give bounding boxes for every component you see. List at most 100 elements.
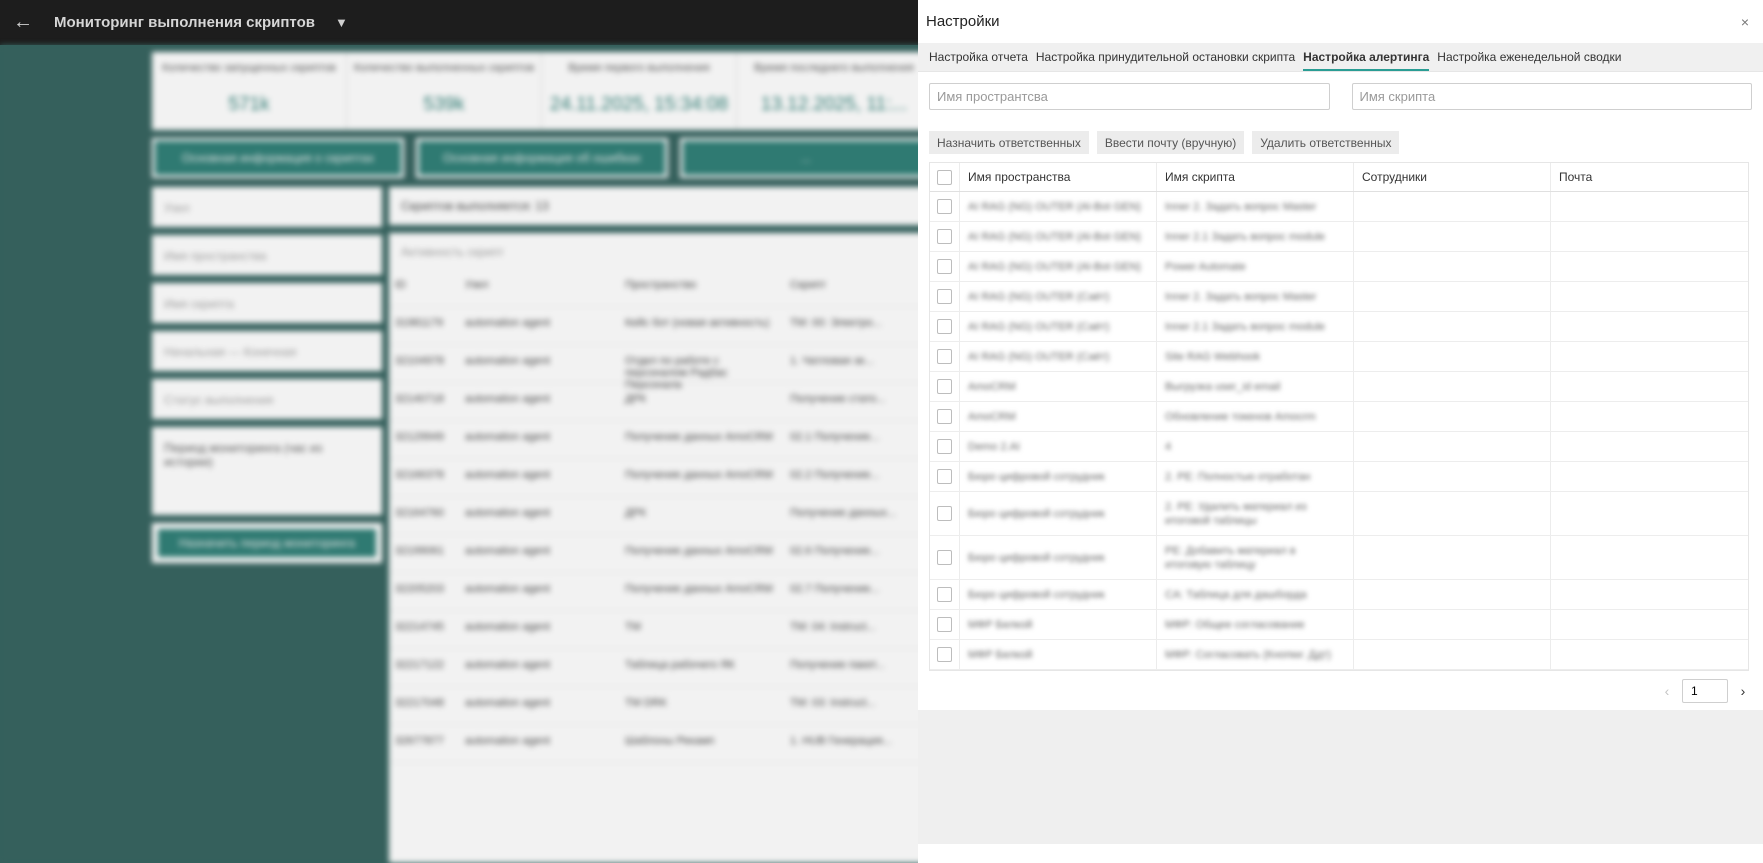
delete-responsible-button[interactable]: Удалить ответственных [1252,131,1400,154]
cell-space-name-text: AI RAG (NG) OUTER (Al-Bot GEN) [968,200,1141,213]
bg-table-cell: Получение пакет... [790,659,885,671]
table-row[interactable]: МФР Белкой МФР: Согласовать (Кнопки: Ддт) [930,640,1748,670]
cell-script-name-text: Inner 2. Задать вопрос Master [1165,290,1317,303]
cell-email [1551,312,1748,341]
action-buttons: Назначить ответственных Ввести почту (вр… [929,131,1752,154]
select-all-checkbox[interactable] [937,169,952,185]
assign-responsible-button[interactable]: Назначить ответственных [929,131,1089,154]
bg-filter-button-label: Назначить период мониторинга [158,529,376,557]
table-row[interactable]: Demo 2.AI 4 [930,432,1748,462]
cell-script-name: МФР: Общее согласование [1157,610,1354,639]
bg-table-cell: 32677877 [395,735,444,747]
cell-space-name-text: AI RAG (NG) OUTER (Al-Bot GEN) [968,230,1141,243]
table-row[interactable]: AmoCRM Выгрузка user_id email [930,372,1748,402]
table-row[interactable]: AI RAG (NG) OUTER (Al-Bot GEN) Power Auto… [930,252,1748,282]
table-row[interactable]: Бюро цифровой сотрудник 2. PE: Удалить ма… [930,492,1748,536]
script-name-input[interactable] [1351,83,1752,110]
row-checkbox[interactable] [937,469,952,484]
tab-force-stop-settings[interactable]: Настройка принудительной остановки скрип… [1036,43,1295,71]
table-row[interactable]: AI RAG (NG) OUTER (Al-Bot GEN) Inner 2.1 … [930,222,1748,252]
cell-space-name: МФР Белкой [960,610,1157,639]
cell-employees [1354,312,1551,341]
space-name-input[interactable] [929,83,1330,110]
table-row[interactable]: AmoCRM Обновление токенов Amocrm [930,402,1748,432]
stat-card: Время последнего выполнения 13.12.2025, … [737,52,932,130]
stat-card: Время первого выполнения 24.11.2025, 15:… [542,52,737,130]
row-checkbox[interactable] [937,647,952,662]
cell-script-name: PE: Добавить материал в итоговую таблицу [1157,536,1354,579]
table-row[interactable]: Бюро цифровой сотрудник CA: Таблица для д… [930,580,1748,610]
enter-email-button[interactable]: Ввести почту (вручную) [1096,131,1245,154]
bg-table-row: 32166378 automation agent Получение данных… [389,459,934,497]
cell-email [1551,222,1748,251]
bg-table: Активность скрипт ID Узел Пространство С… [389,233,934,863]
cell-space-name-text: Demo 2.AI [968,440,1020,453]
bg-table-cell: Получение данных... [790,507,897,519]
cell-script-name: 2. PE: Полностью отработан [1157,462,1354,491]
cell-email [1551,580,1748,609]
page-number-input[interactable] [1682,679,1728,703]
row-checkbox[interactable] [937,229,952,244]
row-checkbox[interactable] [937,587,952,602]
row-checkbox[interactable] [937,409,952,424]
table-row[interactable]: AI RAG (NG) OUTER (Al-Bot GEN) Inner 2. З… [930,192,1748,222]
bg-table-cell: Таблица рабочего ЯК [625,659,735,671]
bg-header-cell: ID [395,279,406,291]
cell-script-name: МФР: Согласовать (Кнопки: Ддт) [1157,640,1354,669]
bg-filter-field: Узел [152,187,382,227]
row-checkbox[interactable] [937,349,952,364]
table-row[interactable]: МФР Белкой МФР: Общее согласование [930,610,1748,640]
prev-page-icon[interactable]: ‹ [1660,683,1674,699]
tab-weekly-summary-settings[interactable]: Настройка еженедельной сводки [1437,43,1621,71]
tab-alerting-settings[interactable]: Настройка алертинга [1303,43,1430,71]
cell-employees [1354,282,1551,311]
bg-table-cell: 02.1 Получение... [790,431,880,443]
cell-email [1551,640,1748,669]
table-body: AI RAG (NG) OUTER (Al-Bot GEN) Inner 2. З… [930,192,1748,670]
row-checkbox[interactable] [937,289,952,304]
cell-space-name: МФР Белкой [960,640,1157,669]
bg-header-cell: Пространство [625,279,697,291]
cell-email [1551,492,1748,535]
bg-table-cell: automation agent [465,659,551,671]
row-checkbox[interactable] [937,319,952,334]
bg-table-cell: ТМ: 04: Instruct... [790,621,876,633]
row-select-cell [930,312,960,341]
bg-table-cell: 32166378 [395,469,444,481]
table-row[interactable]: Бюро цифровой сотрудник 2. PE: Полностью … [930,462,1748,492]
row-checkbox[interactable] [937,550,952,565]
table-row[interactable]: AI RAG (NG) OUTER (Саёт) Inner 2. Задать … [930,282,1748,312]
cell-email [1551,462,1748,491]
row-checkbox[interactable] [937,617,952,632]
cell-space-name: AI RAG (NG) OUTER (Al-Bot GEN) [960,222,1157,251]
bg-table-cell: automation agent [465,393,551,405]
row-select-cell [930,222,960,251]
row-checkbox[interactable] [937,199,952,214]
stat-card: Количество запущенных скриптов 571k [152,52,347,130]
tab-report-settings[interactable]: Настройка отчета [929,43,1028,71]
bg-table-cell: Получение данных AmoCRM [625,431,773,443]
row-checkbox[interactable] [937,259,952,274]
cell-script-name-text: CA: Таблица для дашборда [1165,588,1307,601]
cell-space-name: AmoCRM [960,402,1157,431]
filter-icon[interactable]: ▼ [335,15,348,30]
settings-drawer: Настройки × Настройка отчета Настройка п… [918,0,1763,863]
back-arrow-icon[interactable]: ← [0,0,46,45]
row-select-cell [930,432,960,461]
alerting-content: Назначить ответственных Ввести почту (вр… [918,72,1763,703]
row-select-cell [930,610,960,639]
table-row[interactable]: AI RAG (NG) OUTER (Саёт) Site RAG Webhook [930,342,1748,372]
bg-table-cell: automation agent [465,507,551,519]
cell-email [1551,342,1748,371]
row-checkbox[interactable] [937,439,952,454]
row-checkbox[interactable] [937,506,952,521]
cell-script-name-text: Обновление токенов Amocrm [1165,410,1316,423]
cell-employees [1354,372,1551,401]
close-icon[interactable]: × [1735,10,1755,34]
next-page-icon[interactable]: › [1736,683,1750,699]
table-row[interactable]: AI RAG (NG) OUTER (Саёт) Inner 2.1 Задать… [930,312,1748,342]
bg-table-cell: Получение данных AmoCRM [625,583,773,595]
row-checkbox[interactable] [937,379,952,394]
bg-table-row: 32140718 automation agent ДРК Получение ста… [389,383,934,421]
table-row[interactable]: Бюро цифровой сотрудник PE: Добавить мате… [930,536,1748,580]
